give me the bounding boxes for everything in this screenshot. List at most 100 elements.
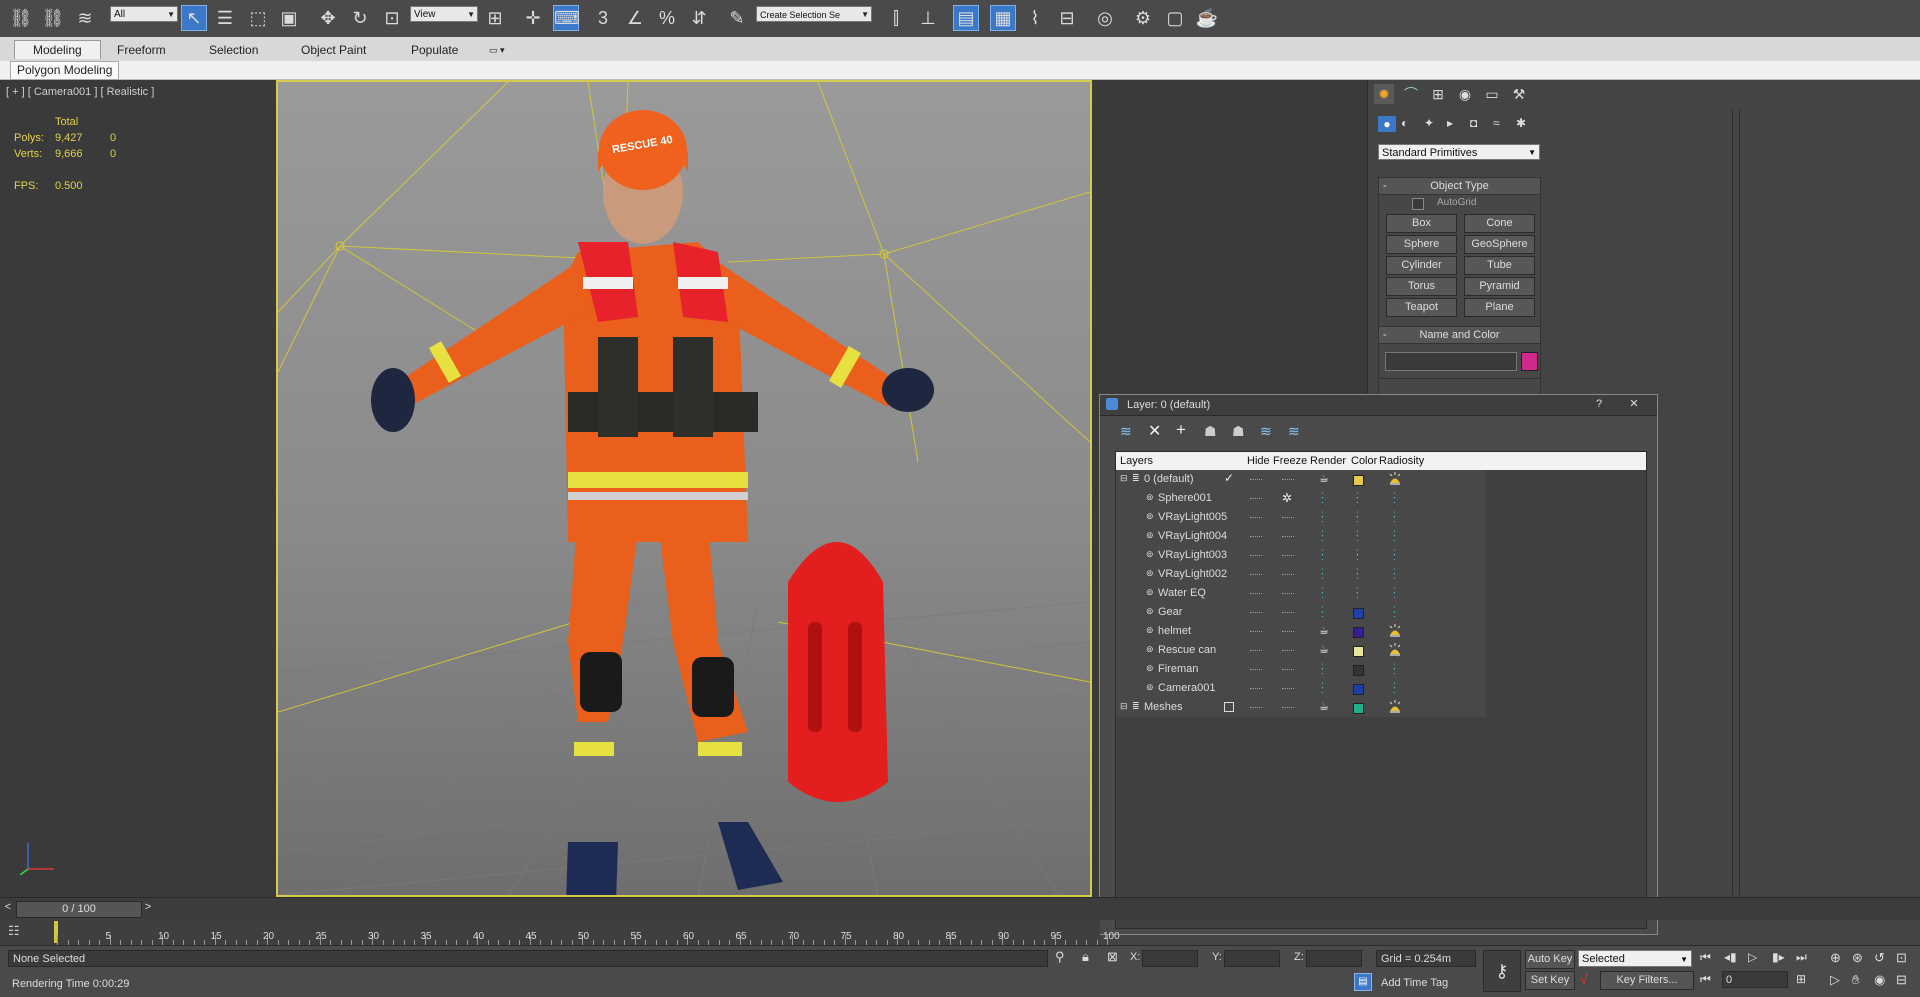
- layer-row[interactable]: ⊚ Water EQ::::::: [1116, 584, 1486, 603]
- freeze-toggle[interactable]: [1282, 631, 1294, 633]
- angle-snap-icon[interactable]: ∠: [622, 5, 648, 31]
- freeze-toggle[interactable]: [1282, 479, 1294, 481]
- create-layer-icon[interactable]: ≋: [1120, 423, 1132, 440]
- expand-icon[interactable]: ⊟: [1120, 702, 1129, 711]
- name-color-rollout-title[interactable]: - Name and Color: [1378, 326, 1541, 344]
- radiosity-bulb-icon[interactable]: [1388, 699, 1402, 715]
- radiosity-toggle[interactable]: ::: [1393, 605, 1399, 620]
- layer-name[interactable]: Fireman: [1158, 663, 1198, 675]
- layer-name[interactable]: VRayLight002: [1158, 568, 1227, 580]
- radiosity-bulb-icon[interactable]: [1388, 471, 1402, 487]
- time-configuration-icon[interactable]: ⊞: [1796, 972, 1806, 986]
- freeze-toggle[interactable]: [1282, 517, 1294, 519]
- layer-name[interactable]: VRayLight003: [1158, 549, 1227, 561]
- maximize-toggle-icon[interactable]: ⊟: [1896, 972, 1907, 988]
- lights-icon[interactable]: ✦: [1424, 116, 1434, 130]
- layer-row[interactable]: ⊚ Sphere001 ✲::::::: [1116, 489, 1486, 508]
- prev-frame-button[interactable]: <: [2, 901, 14, 916]
- layer-row[interactable]: ⊚ VRayLight005::::::: [1116, 508, 1486, 527]
- layer-manager-dialog[interactable]: Layer: 0 (default) ? ✕ ≋ ✕ + ☗ ☗ ≋ ≋ Lay…: [1099, 394, 1658, 935]
- render-production-icon[interactable]: ☕: [1194, 5, 1220, 31]
- hide-all-icon[interactable]: ≋: [1260, 423, 1272, 440]
- time-slider-thumb[interactable]: 0 / 100: [16, 901, 142, 918]
- color-swatch[interactable]: [1353, 684, 1364, 695]
- color-swatch[interactable]: [1353, 646, 1364, 657]
- named-selection-dropdown[interactable]: Create Selection Se ▼: [756, 6, 872, 22]
- layer-name[interactable]: Meshes: [1144, 701, 1183, 713]
- next-frame-icon[interactable]: ▮▸: [1772, 950, 1785, 964]
- motion-tab-icon[interactable]: ◉: [1455, 84, 1475, 104]
- radiosity-toggle[interactable]: ::: [1393, 567, 1399, 582]
- rotate-icon[interactable]: ↻: [347, 5, 373, 31]
- layer-row[interactable]: ⊚ Gear::::: [1116, 603, 1486, 622]
- spinner-snap-icon[interactable]: ⇵: [686, 5, 712, 31]
- key-mode-dropdown[interactable]: Selected ▼: [1578, 950, 1692, 967]
- key-filters-button[interactable]: Key Filters...: [1600, 971, 1694, 990]
- hide-toggle[interactable]: [1250, 555, 1262, 557]
- edit-named-selection-icon[interactable]: ✎: [724, 5, 750, 31]
- selection-filter-dropdown[interactable]: All ▼: [110, 6, 178, 22]
- freeze-toggle[interactable]: [1282, 536, 1294, 538]
- helpers-icon[interactable]: ◘: [1470, 116, 1477, 130]
- hide-toggle[interactable]: [1250, 536, 1262, 538]
- color-swatch[interactable]: ::: [1356, 491, 1362, 506]
- color-swatch[interactable]: [1353, 627, 1364, 638]
- keyboard-shortcut-override-icon[interactable]: ⌨: [553, 5, 580, 31]
- set-key-mode-icon[interactable]: ⚷: [1483, 950, 1521, 992]
- hide-toggle[interactable]: [1250, 498, 1262, 500]
- freeze-toggle[interactable]: [1282, 707, 1294, 709]
- col-layers[interactable]: Layers: [1120, 455, 1153, 467]
- color-swatch[interactable]: ::: [1356, 567, 1362, 582]
- render-toggle[interactable]: ::: [1321, 681, 1327, 696]
- ribbon-options-icon[interactable]: ▭ ▾: [489, 41, 505, 59]
- hide-toggle[interactable]: [1250, 688, 1262, 690]
- color-swatch[interactable]: [1353, 703, 1364, 714]
- align-icon[interactable]: ⊥: [915, 5, 941, 31]
- layer-row[interactable]: ⊚ Fireman::::: [1116, 660, 1486, 679]
- hierarchy-tab-icon[interactable]: ⊞: [1428, 84, 1448, 104]
- orbit-icon[interactable]: ↺: [1874, 950, 1885, 966]
- torus-button[interactable]: Torus: [1386, 277, 1457, 296]
- reference-coord-dropdown[interactable]: View ▼: [410, 6, 478, 22]
- current-frame-input[interactable]: 0: [1722, 971, 1788, 988]
- tube-button[interactable]: Tube: [1464, 256, 1535, 275]
- scale-icon[interactable]: ⊡: [379, 5, 405, 31]
- rect-selection-icon[interactable]: ⬚: [245, 5, 271, 31]
- freeze-toggle[interactable]: [1282, 574, 1294, 576]
- hide-toggle[interactable]: [1250, 650, 1262, 652]
- col-radiosity[interactable]: Radiosity: [1379, 455, 1424, 467]
- previous-frame-icon[interactable]: ◂▮: [1724, 950, 1737, 964]
- layer-row[interactable]: ⊚ Rescue can ☕︎: [1116, 641, 1486, 660]
- color-swatch[interactable]: ::: [1356, 586, 1362, 601]
- shapes-icon[interactable]: ◐: [1401, 116, 1408, 130]
- tab-object-paint[interactable]: Object Paint: [301, 41, 366, 59]
- layer-manager-icon[interactable]: ▤: [953, 5, 979, 31]
- z-coordinate-input[interactable]: [1306, 950, 1362, 967]
- cylinder-button[interactable]: Cylinder: [1386, 256, 1457, 275]
- radiosity-bulb-icon[interactable]: [1388, 623, 1402, 639]
- render-toggle[interactable]: ::: [1321, 605, 1327, 620]
- auto-key-button[interactable]: Auto Key: [1525, 950, 1575, 969]
- tab-modeling[interactable]: Modeling: [14, 40, 101, 59]
- geometry-icon[interactable]: ●: [1378, 116, 1396, 132]
- select-by-name-icon[interactable]: ☰: [212, 5, 238, 31]
- move-icon[interactable]: ✥: [315, 5, 341, 31]
- render-teapot-icon[interactable]: ☕︎: [1319, 624, 1329, 637]
- go-to-start-icon[interactable]: ⏮: [1700, 950, 1711, 965]
- hide-toggle[interactable]: [1250, 593, 1262, 595]
- polygon-modeling-panel[interactable]: Polygon Modeling: [10, 61, 120, 80]
- category-dropdown[interactable]: Standard Primitives ▼: [1378, 144, 1540, 160]
- field-of-view-icon[interactable]: ▷: [1830, 972, 1840, 988]
- layer-row[interactable]: ⊚ Camera001::::: [1116, 679, 1486, 698]
- freeze-toggle[interactable]: [1282, 612, 1294, 614]
- lock-selection-icon[interactable]: 🔒︎: [1082, 949, 1089, 965]
- window-crossing-icon[interactable]: ▣: [276, 5, 302, 31]
- help-button[interactable]: ?: [1585, 395, 1613, 413]
- select-object-icon[interactable]: ↖: [181, 5, 207, 31]
- teapot-button[interactable]: Teapot: [1386, 298, 1457, 317]
- layer-name[interactable]: Water EQ: [1158, 587, 1206, 599]
- systems-icon[interactable]: ✱: [1516, 116, 1526, 130]
- radiosity-toggle[interactable]: ::: [1393, 586, 1399, 601]
- schematic-view-icon[interactable]: ⊟: [1054, 5, 1080, 31]
- layer-name[interactable]: VRayLight004: [1158, 530, 1227, 542]
